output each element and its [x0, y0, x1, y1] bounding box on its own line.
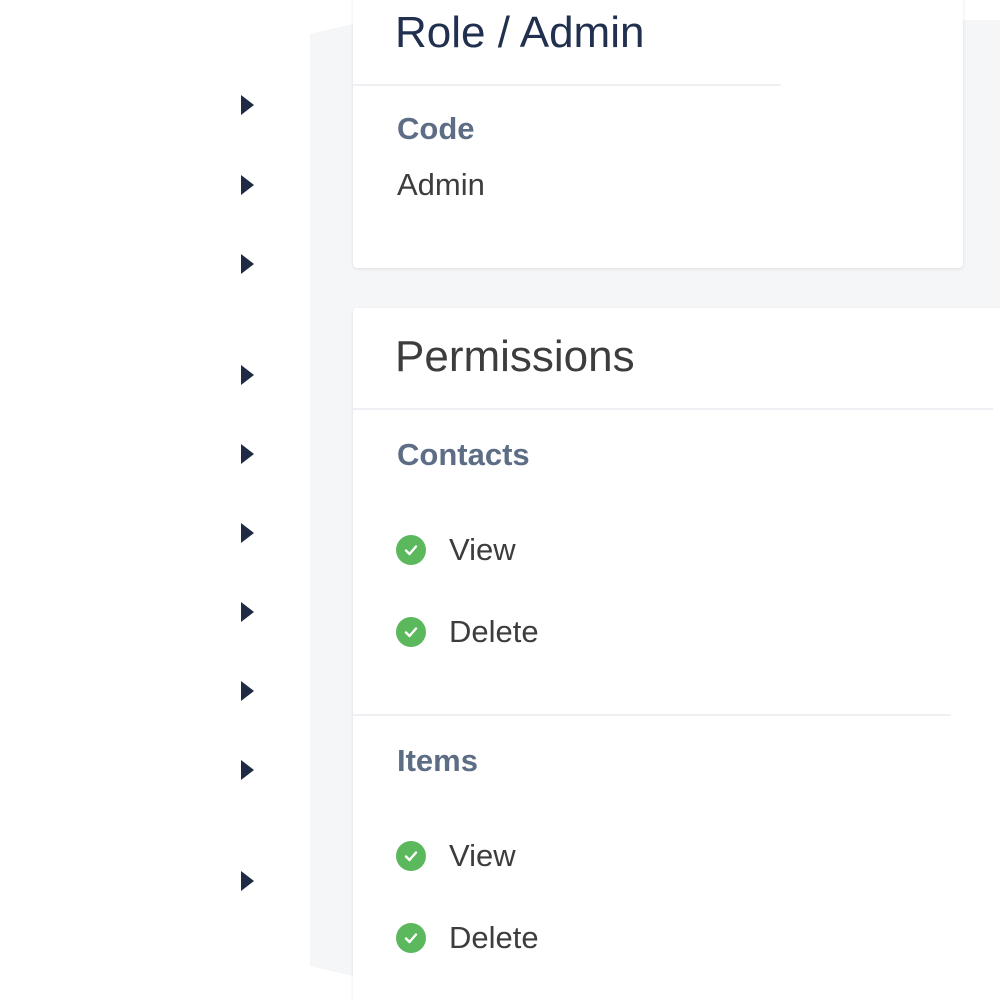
permission-label: Delete — [449, 614, 539, 649]
sidebar-expand-arrow-icon[interactable] — [241, 602, 254, 622]
sidebar-expand-arrow-icon[interactable] — [241, 254, 254, 274]
sidebar-expand-arrow-icon[interactable] — [241, 760, 254, 780]
permission-row: View — [396, 838, 516, 874]
code-label: Code — [397, 111, 475, 146]
sidebar-expand-arrow-icon[interactable] — [241, 365, 254, 385]
divider — [353, 408, 993, 410]
permission-label: View — [449, 838, 516, 873]
page: Role / Admin Code Admin Permissions Cont… — [0, 0, 1000, 1000]
check-circle-icon — [396, 617, 426, 647]
role-card: Role / Admin Code Admin — [353, 0, 963, 268]
check-circle-icon — [396, 841, 426, 871]
role-title: Role / Admin — [395, 8, 645, 57]
sidebar-expand-arrow-icon[interactable] — [241, 444, 254, 464]
permissions-card: Permissions Contacts View Delete Items V… — [353, 308, 1000, 1000]
check-circle-icon — [396, 535, 426, 565]
sidebar-expand-arrow-icon[interactable] — [241, 871, 254, 891]
sidebar-expand-arrow-icon[interactable] — [241, 175, 254, 195]
divider — [353, 84, 781, 86]
check-circle-icon — [396, 923, 426, 953]
permission-label: View — [449, 532, 516, 567]
permission-group-items: Items — [397, 743, 478, 778]
sidebar-expand-arrow-icon[interactable] — [241, 681, 254, 701]
divider — [353, 714, 951, 716]
permission-label: Delete — [449, 920, 539, 955]
sidebar-expand-arrow-icon[interactable] — [241, 95, 254, 115]
sidebar-expand-arrow-icon[interactable] — [241, 523, 254, 543]
code-value: Admin — [397, 167, 485, 202]
permission-row: Delete — [396, 614, 539, 650]
permission-row: View — [396, 532, 516, 568]
permissions-title: Permissions — [395, 332, 635, 381]
permission-row: Delete — [396, 920, 539, 956]
permission-group-contacts: Contacts — [397, 437, 530, 472]
